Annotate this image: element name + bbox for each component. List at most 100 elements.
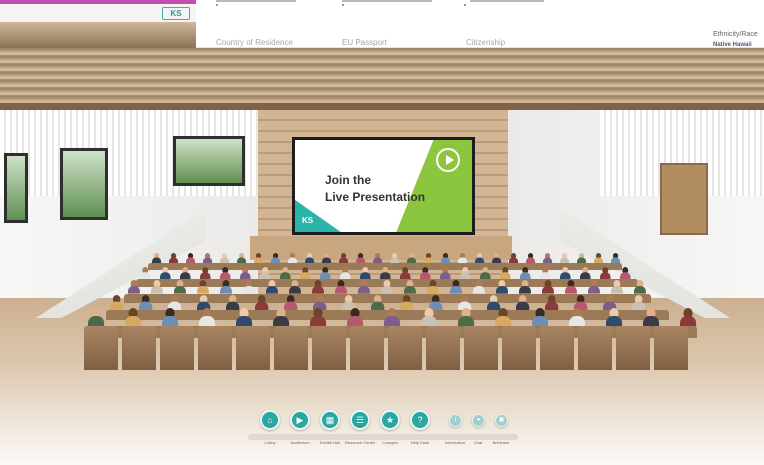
empty-chair bbox=[616, 326, 650, 370]
empty-chair bbox=[578, 326, 612, 370]
empty-chair bbox=[236, 326, 270, 370]
audience-member-body bbox=[240, 271, 251, 279]
exhibit-hall-icon: ▦ bbox=[325, 415, 335, 425]
top-strip: KS Country of Residence EU Passport Citi… bbox=[0, 0, 764, 48]
audience-member-body bbox=[560, 271, 571, 279]
help-desk-button[interactable]: ? bbox=[410, 410, 430, 430]
audience-member-body bbox=[588, 286, 600, 294]
audience-member-body bbox=[532, 315, 549, 327]
audience-member-body bbox=[450, 286, 462, 294]
info-icon: i bbox=[454, 417, 457, 423]
empty-chair bbox=[464, 326, 498, 370]
audience-member-body bbox=[255, 301, 269, 310]
audience-member-body bbox=[162, 315, 179, 327]
chat-icon: ● bbox=[476, 417, 481, 423]
audience-member-body bbox=[500, 271, 511, 279]
audience-member-body bbox=[199, 315, 216, 327]
form-dot bbox=[464, 4, 466, 6]
audience-member-body bbox=[420, 271, 431, 279]
resource-center-button[interactable]: ☰ bbox=[350, 410, 370, 430]
empty-chair bbox=[198, 326, 232, 370]
form-input-underline bbox=[342, 0, 432, 2]
form-dot bbox=[342, 4, 344, 6]
citizenship-label: Citizenship bbox=[466, 38, 506, 47]
audience-member-body bbox=[460, 271, 471, 279]
audience-member-body bbox=[197, 286, 209, 294]
audience-member-body bbox=[125, 315, 142, 327]
lobby-icon: ⌂ bbox=[267, 415, 273, 425]
thumbnail-logo: KS bbox=[162, 7, 190, 20]
empty-chair bbox=[160, 326, 194, 370]
audience-member-body bbox=[236, 315, 253, 327]
registration-form-window: Country of Residence EU Passport Citizen… bbox=[196, 0, 764, 48]
resource-center-icon: ☰ bbox=[355, 415, 365, 425]
auditorium-label: Auditorium bbox=[290, 440, 310, 445]
audience-member-body bbox=[480, 271, 491, 279]
audience-member-body bbox=[180, 271, 191, 279]
audience-member-body bbox=[680, 315, 697, 327]
briefcase-label: Briefcase bbox=[492, 440, 510, 445]
empty-chair bbox=[540, 326, 574, 370]
audience-member-body bbox=[487, 301, 501, 310]
audience-member-body bbox=[300, 271, 311, 279]
audience-member-body bbox=[427, 286, 439, 294]
audience-member-body bbox=[606, 315, 623, 327]
briefcase-button[interactable]: ▣ bbox=[495, 414, 508, 427]
audience-member-body bbox=[128, 286, 140, 294]
empty-chair bbox=[122, 326, 156, 370]
lobby-button[interactable]: ⌂ bbox=[260, 410, 280, 430]
audience-member-body bbox=[400, 271, 411, 279]
star-icon: ★ bbox=[385, 415, 395, 425]
audience-member-body bbox=[519, 286, 531, 294]
audience-member-body bbox=[542, 286, 554, 294]
audience-member-body bbox=[473, 286, 485, 294]
empty-chair bbox=[654, 326, 688, 370]
audience-member-body bbox=[266, 286, 278, 294]
audience-member-body bbox=[440, 271, 451, 279]
audience-member-body bbox=[88, 315, 105, 327]
empty-chair bbox=[502, 326, 536, 370]
audience-member-body bbox=[260, 271, 271, 279]
audience-member-body bbox=[620, 271, 631, 279]
audience-member-body bbox=[380, 271, 391, 279]
audience-member-body bbox=[280, 271, 291, 279]
thumbnail-scene bbox=[0, 22, 196, 48]
audience-member-body bbox=[273, 315, 290, 327]
auditorium-button[interactable]: ▶ bbox=[290, 410, 310, 430]
audience-member-body bbox=[458, 315, 475, 327]
audience-member-body bbox=[226, 301, 240, 310]
thumbnail-title-bar bbox=[0, 0, 196, 4]
audience-member-body bbox=[600, 271, 611, 279]
audience-member-body bbox=[220, 271, 231, 279]
information-button[interactable]: i bbox=[449, 414, 462, 427]
audience-member-body bbox=[421, 315, 438, 327]
audience-member-body bbox=[545, 301, 559, 310]
lounges-button[interactable]: ★ bbox=[380, 410, 400, 430]
thumbnail-window[interactable]: KS bbox=[0, 0, 196, 48]
audience-member-body bbox=[371, 301, 385, 310]
empty-chair bbox=[388, 326, 422, 370]
form-dot bbox=[216, 4, 218, 6]
lobby-label: Lobby bbox=[264, 440, 276, 445]
exhibit-hall-label: Exhibit Hall bbox=[319, 440, 340, 445]
empty-chair bbox=[426, 326, 460, 370]
audience-member-body bbox=[643, 315, 660, 327]
audience-member-body bbox=[174, 286, 186, 294]
audience-member-body bbox=[520, 271, 531, 279]
audience-member-body bbox=[151, 286, 163, 294]
help-desk-label: Help Desk bbox=[410, 440, 430, 445]
exhibit-hall-button[interactable]: ▦ bbox=[320, 410, 340, 430]
play-icon: ▶ bbox=[296, 415, 304, 425]
audience-member-body bbox=[384, 315, 401, 327]
audience-member-body bbox=[496, 286, 508, 294]
audience-member-body bbox=[139, 301, 153, 310]
form-input-underline bbox=[470, 0, 544, 2]
chat-button[interactable]: ● bbox=[472, 414, 485, 427]
form-input-underline bbox=[216, 0, 296, 2]
audience-member-body bbox=[320, 271, 331, 279]
audience-member-body bbox=[220, 286, 232, 294]
audience-member-body bbox=[200, 271, 211, 279]
country-of-residence-label: Country of Residence bbox=[216, 38, 293, 47]
audience-member-body bbox=[284, 301, 298, 310]
audience-member-body bbox=[140, 271, 151, 279]
